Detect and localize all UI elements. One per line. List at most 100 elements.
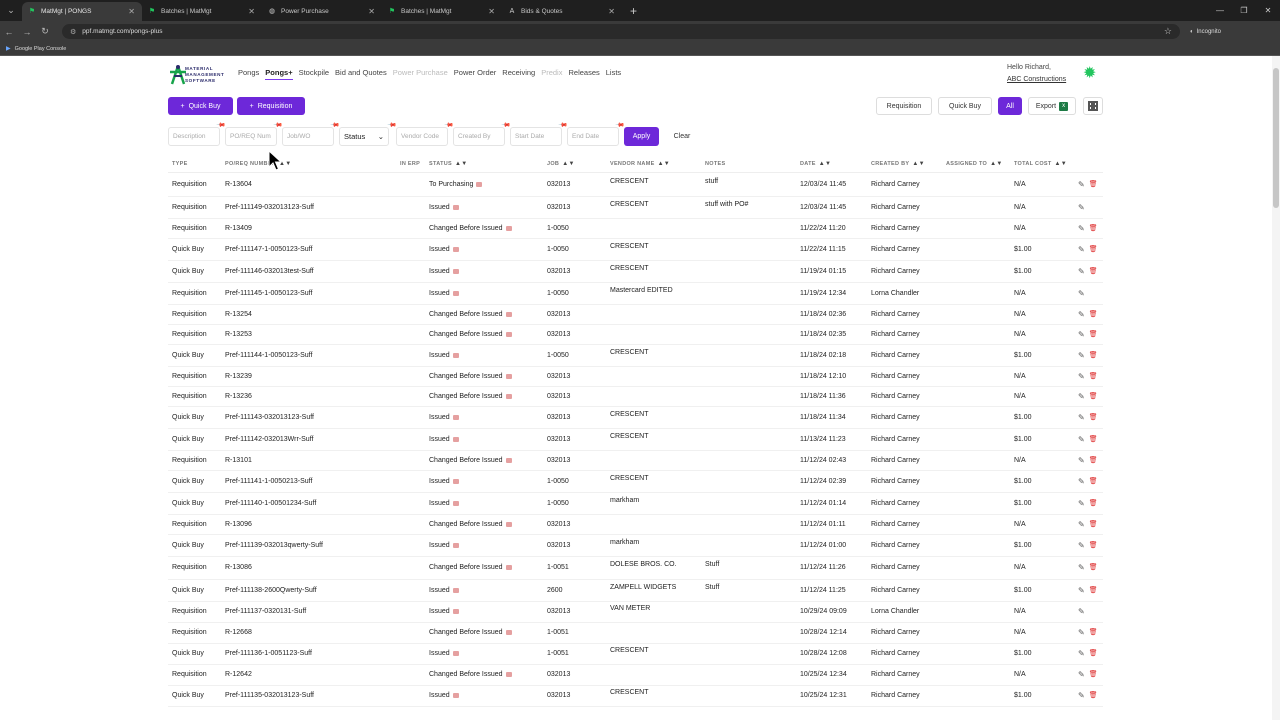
nav-item-releases[interactable]: Releases [568, 68, 599, 80]
cell-po[interactable]: Pref-111135-032013123-Suff [225, 692, 314, 699]
maximize-icon[interactable]: ❐ [1232, 0, 1256, 21]
pdf-icon[interactable] [452, 692, 459, 698]
filter-requisition-button[interactable]: Requisition [876, 97, 932, 115]
back-icon[interactable]: ← [0, 27, 18, 37]
cell-po[interactable]: R-13096 [225, 521, 252, 528]
delete-trash-icon[interactable]: 🗑 [1089, 392, 1098, 401]
close-tab-icon[interactable]: ✕ [608, 7, 615, 16]
cell-po[interactable]: Pref-111143-032013123-Suff [225, 414, 314, 421]
cell-po[interactable]: R-13253 [225, 331, 252, 338]
pdf-icon[interactable] [505, 225, 512, 231]
edit-pencil-icon[interactable]: ✎ [1078, 372, 1085, 381]
col-created[interactable]: CREATED BY ▲▼ [871, 161, 925, 168]
pdf-icon[interactable] [505, 671, 512, 677]
cell-po[interactable]: R-13254 [225, 311, 252, 318]
sort-icon[interactable]: ▲▼ [819, 161, 831, 167]
cell-po[interactable]: Pref-111145-1-0050123-Suff [225, 290, 312, 297]
pdf-icon[interactable] [505, 629, 512, 635]
sort-icon[interactable]: ▲▼ [990, 161, 1002, 167]
cell-po[interactable]: R-13086 [225, 564, 252, 571]
filter-quick-buy-button[interactable]: Quick Buy [938, 97, 992, 115]
nav-item-pongs[interactable]: Pongs [238, 68, 259, 80]
nav-item-power-purchase[interactable]: Power Purchase [393, 68, 448, 80]
pdf-icon[interactable] [505, 331, 512, 337]
table-row[interactable]: Quick Buy Pref-111147-1-0050123-Suff Issue… [168, 239, 1103, 261]
clear-button[interactable]: Clear [665, 127, 699, 146]
pdf-icon[interactable] [452, 352, 459, 358]
cell-po[interactable]: R-13236 [225, 393, 252, 400]
table-row[interactable]: Requisition Pref-111149-032013123-Suff Iss… [168, 197, 1103, 219]
table-row[interactable]: Quick Buy Pref-111139-032013qwerty-Suff Is… [168, 535, 1103, 557]
tab-search-icon[interactable]: ⌄ [0, 0, 22, 21]
edit-pencil-icon[interactable]: ✎ [1078, 413, 1085, 422]
delete-trash-icon[interactable]: 🗑 [1089, 330, 1098, 339]
settings-gear-icon[interactable]: ✹ [1083, 66, 1098, 82]
cell-po[interactable]: Pref-111144-1-0050123-Suff [225, 352, 312, 359]
nav-item-power-order[interactable]: Power Order [454, 68, 497, 80]
created-by-filter[interactable]: Created By [453, 127, 505, 146]
delete-trash-icon[interactable]: 🗑 [1089, 586, 1098, 595]
col-status[interactable]: STATUS ▲▼ [429, 161, 467, 168]
pdf-icon[interactable] [452, 246, 459, 252]
cell-po[interactable]: R-13101 [225, 457, 252, 464]
pdf-icon[interactable] [452, 290, 459, 296]
cell-po[interactable]: Pref-111136-1-0051123-Suff [225, 650, 312, 657]
sort-icon[interactable]: ▲▼ [562, 161, 574, 167]
table-row[interactable]: Quick Buy Pref-111142-032013Wrr-Suff Issue… [168, 429, 1103, 451]
table-row[interactable]: Quick Buy Pref-111146-032013test-Suff Issu… [168, 261, 1103, 283]
table-row[interactable]: Requisition R-13086 Changed Before Issued 1… [168, 557, 1103, 580]
table-row[interactable]: Requisition R-13254 Changed Before Issued 0… [168, 305, 1103, 325]
table-row[interactable]: Requisition R-13236 Changed Before Issued 0… [168, 387, 1103, 407]
cell-po[interactable]: Pref-111147-1-0050123-Suff [225, 246, 312, 253]
close-tab-icon[interactable]: ✕ [128, 7, 135, 16]
delete-trash-icon[interactable]: 🗑 [1089, 477, 1098, 486]
nav-item-lists[interactable]: Lists [606, 68, 621, 80]
filter-all-button[interactable]: All [998, 97, 1022, 115]
edit-pencil-icon[interactable]: ✎ [1078, 435, 1085, 444]
sort-icon[interactable]: ▲▼ [1055, 161, 1067, 167]
cell-po[interactable]: R-13239 [225, 373, 252, 380]
nav-item-stockpile[interactable]: Stockpile [299, 68, 329, 80]
table-row[interactable]: Requisition R-13239 Changed Before Issued 0… [168, 367, 1103, 387]
table-row[interactable]: Requisition R-13253 Changed Before Issued 0… [168, 325, 1103, 345]
status-select[interactable]: Status ⌄ [339, 127, 389, 146]
site-info-icon[interactable]: ⚙ [70, 28, 76, 36]
minimize-icon[interactable]: — [1208, 0, 1232, 21]
edit-pencil-icon[interactable]: ✎ [1078, 351, 1085, 360]
start-date-filter[interactable]: Start Date [510, 127, 562, 146]
new-tab-icon[interactable]: + [622, 2, 645, 21]
delete-trash-icon[interactable]: 🗑 [1089, 499, 1098, 508]
edit-pencil-icon[interactable]: ✎ [1078, 649, 1085, 658]
pdf-icon[interactable] [505, 521, 512, 527]
delete-trash-icon[interactable]: 🗑 [1089, 563, 1098, 572]
edit-pencil-icon[interactable]: ✎ [1078, 563, 1085, 572]
table-row[interactable]: Quick Buy Pref-111135-032013123-Suff Issue… [168, 686, 1103, 707]
edit-pencil-icon[interactable]: ✎ [1078, 670, 1085, 679]
page-scrollbar[interactable] [1272, 56, 1280, 720]
table-row[interactable]: Requisition Pref-111137-0320131-Suff Issue… [168, 602, 1103, 623]
edit-pencil-icon[interactable]: ✎ [1078, 289, 1085, 298]
quick-buy-button[interactable]: + Quick Buy [168, 97, 233, 115]
nav-item-bid-and-quotes[interactable]: Bid and Quotes [335, 68, 387, 80]
col-vendor[interactable]: VENDOR NAME ▲▼ [610, 161, 670, 168]
delete-trash-icon[interactable]: 🗑 [1089, 351, 1098, 360]
col-cost[interactable]: TOTAL COST ▲▼ [1014, 161, 1067, 168]
pdf-icon[interactable] [505, 457, 512, 463]
vendor-code-filter[interactable]: Vendor Code [396, 127, 448, 146]
col-erp[interactable]: IN ERP [400, 161, 420, 167]
delete-trash-icon[interactable]: 🗑 [1089, 649, 1098, 658]
pdf-icon[interactable] [452, 268, 459, 274]
pdf-icon[interactable] [452, 587, 459, 593]
export-button[interactable]: Export x [1028, 97, 1076, 115]
end-date-filter[interactable]: End Date [567, 127, 619, 146]
sort-icon[interactable]: ▲▼ [455, 161, 467, 167]
table-row[interactable]: Quick Buy Pref-111138-2600Qwerty-Suff Issu… [168, 580, 1103, 602]
scrollbar-thumb[interactable] [1273, 68, 1279, 208]
delete-trash-icon[interactable]: 🗑 [1089, 224, 1098, 233]
reload-icon[interactable]: ↻ [36, 26, 54, 37]
pdf-icon[interactable] [452, 204, 459, 210]
url-field[interactable]: ⚙ ppf.matmgt.com/pongs-plus ☆ [62, 24, 1180, 39]
delete-trash-icon[interactable]: 🗑 [1089, 267, 1098, 276]
delete-trash-icon[interactable]: 🗑 [1089, 435, 1098, 444]
cell-po[interactable]: R-12668 [225, 629, 252, 636]
